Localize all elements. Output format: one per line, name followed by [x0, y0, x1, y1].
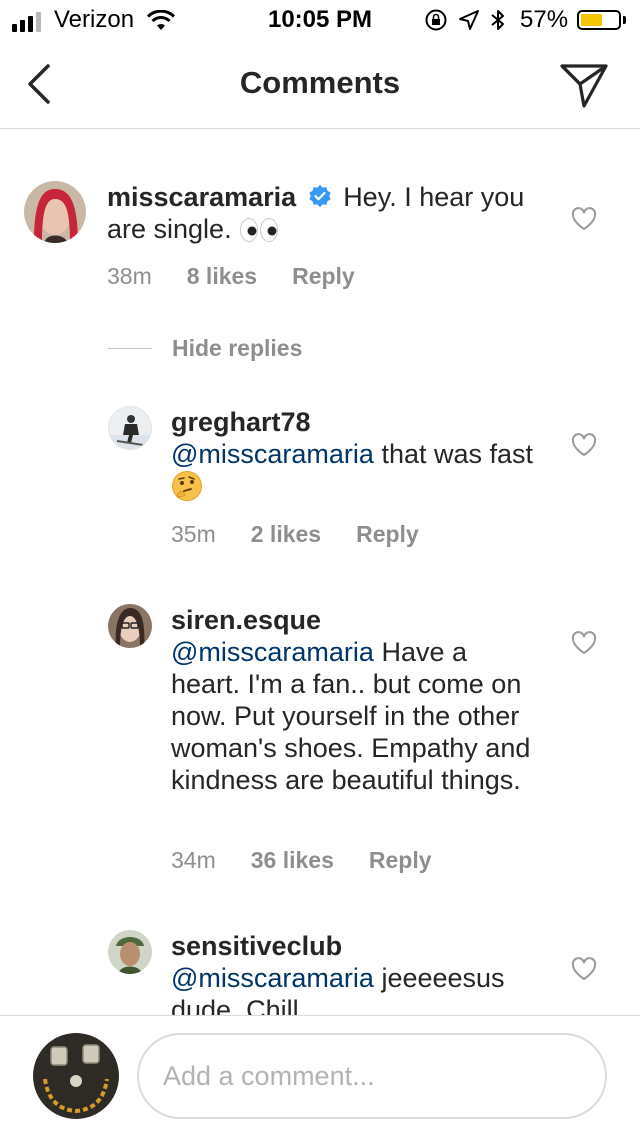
avatar[interactable]: [24, 181, 86, 243]
eyes-emoji: [239, 217, 279, 250]
comment-timestamp: 38m: [107, 263, 152, 289]
nav-bar: Comments: [0, 40, 640, 129]
mention-link[interactable]: @misscaramaria: [171, 439, 374, 469]
hide-replies-label[interactable]: Hide replies: [172, 335, 302, 362]
comments-list[interactable]: misscaramaria Hey. I hear you are single…: [0, 129, 640, 1015]
comments-screen: Verizon 10:05 PM 57% Comments misscarama…: [0, 0, 640, 1136]
reply-username[interactable]: greghart78: [171, 406, 541, 438]
battery-level-fill: [581, 14, 602, 26]
avatar[interactable]: [108, 406, 152, 450]
reply-likes[interactable]: 2 likes: [251, 521, 321, 548]
battery-percentage: 57%: [520, 6, 569, 33]
comment-meta: 38m 8 likes Reply: [107, 263, 355, 290]
comment-input[interactable]: [137, 1033, 607, 1119]
reply-meta: 34m 36 likes Reply: [171, 847, 432, 874]
battery-icon: [577, 10, 621, 30]
divider: [108, 348, 152, 349]
reply-timestamp: 34m: [171, 847, 216, 873]
current-user-avatar: [33, 1033, 119, 1119]
mention-link[interactable]: @misscaramaria: [171, 637, 374, 667]
verified-badge-icon: [309, 185, 331, 207]
reply-body: that was fast: [381, 439, 534, 469]
reply-timestamp: 35m: [171, 521, 216, 547]
like-heart-icon[interactable]: [571, 207, 597, 231]
like-heart-icon[interactable]: [571, 631, 597, 655]
status-bar: Verizon 10:05 PM 57%: [0, 0, 640, 40]
direct-send-icon: [560, 64, 608, 108]
reply-button[interactable]: Reply: [292, 263, 355, 290]
avatar[interactable]: [108, 930, 152, 974]
reply-meta: 35m 2 likes Reply: [171, 521, 419, 548]
direct-send-button[interactable]: [556, 60, 612, 110]
like-heart-icon[interactable]: [571, 957, 597, 981]
avatar[interactable]: [108, 604, 152, 648]
location-icon: [459, 10, 479, 30]
mention-link[interactable]: @misscaramaria: [171, 963, 374, 993]
reply-username[interactable]: siren.esque: [171, 604, 541, 636]
reply-likes[interactable]: 36 likes: [251, 847, 334, 874]
hide-replies-toggle[interactable]: Hide replies: [108, 335, 302, 362]
comment-likes[interactable]: 8 likes: [187, 263, 257, 290]
reply-username[interactable]: sensitiveclub: [171, 930, 541, 962]
thinking-face-emoji: [171, 470, 203, 509]
like-heart-icon[interactable]: [571, 433, 597, 457]
reply-button[interactable]: Reply: [356, 521, 419, 548]
page-title: Comments: [239, 65, 401, 100]
reply-button[interactable]: Reply: [369, 847, 432, 874]
comment-username[interactable]: misscaramaria: [107, 182, 296, 212]
bluetooth-icon: [491, 10, 504, 30]
comment-composer: [0, 1015, 640, 1136]
rotation-lock-icon: [425, 9, 447, 31]
